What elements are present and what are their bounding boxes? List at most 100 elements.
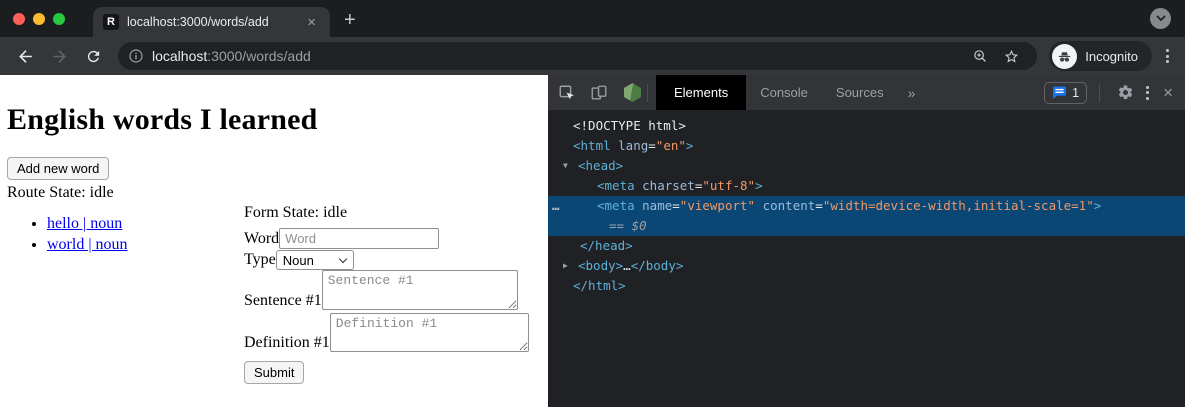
chevron-down-icon — [1156, 15, 1166, 22]
code-token: content — [763, 198, 816, 213]
code-token: </html> — [573, 278, 626, 293]
code-token: <!DOCTYPE html> — [573, 118, 686, 133]
devtools-code-line[interactable]: ▶<body>…</body> — [548, 256, 1185, 276]
code-token: = — [672, 198, 680, 213]
new-tab-button[interactable]: + — [344, 7, 356, 33]
issues-button[interactable]: 1 — [1044, 82, 1087, 104]
code-token: $0 — [632, 218, 647, 233]
tab-search-button[interactable] — [1150, 8, 1171, 29]
code-token: = — [815, 198, 823, 213]
device-toolbar-button[interactable] — [586, 80, 612, 106]
devtools-code-line[interactable]: ▼<head> — [548, 156, 1185, 176]
definition-input[interactable] — [330, 313, 529, 352]
issues-count: 1 — [1072, 86, 1079, 100]
sentence-label: Sentence #1 — [244, 292, 322, 310]
tab-console[interactable]: Console — [746, 75, 822, 110]
disclosure-triangle-icon[interactable]: ▼ — [563, 156, 578, 176]
code-token: = — [648, 138, 656, 153]
code-token: <meta — [597, 198, 642, 213]
device-toolbar-icon — [590, 84, 608, 102]
page-title: English words I learned — [7, 103, 548, 137]
submit-button[interactable]: Submit — [244, 361, 304, 384]
tab-strip: R localhost:3000/words/add × + — [0, 0, 1185, 37]
devtools-code-line[interactable]: == $0 — [548, 216, 1185, 236]
issues-bubble-icon — [1052, 86, 1067, 100]
green-hexagon-extension-icon[interactable] — [624, 83, 641, 102]
devtools-code-line[interactable]: <html lang="en"> — [548, 136, 1185, 156]
sentence-input[interactable] — [322, 270, 518, 310]
code-token: "viewport" — [680, 198, 755, 213]
devtools-code-line[interactable]: <meta charset="utf-8"> — [548, 176, 1185, 196]
chevron-down-icon — [339, 255, 347, 263]
back-arrow-icon — [16, 47, 35, 66]
zoom-magnifier-icon — [972, 48, 989, 65]
code-token — [755, 198, 763, 213]
code-token: <body> — [578, 258, 623, 273]
devtools-code-line[interactable]: <!DOCTYPE html> — [548, 116, 1185, 136]
type-select[interactable]: Noun — [276, 250, 354, 270]
url-text: localhost:3000/words/add — [152, 48, 965, 64]
word-label: Word — [244, 230, 279, 248]
type-select-value: Noun — [283, 253, 314, 268]
code-token: </head> — [580, 238, 633, 253]
devtools-code-line[interactable]: </html> — [548, 276, 1185, 296]
tab-sources[interactable]: Sources — [822, 75, 898, 110]
star-icon — [1003, 48, 1020, 65]
page-info-icon[interactable] — [128, 48, 144, 64]
code-token: "width=device-width,initial-scale=1" — [823, 198, 1094, 213]
incognito-icon — [1052, 44, 1077, 69]
add-new-word-button[interactable]: Add new word — [7, 157, 109, 180]
word-link-world[interactable]: world | noun — [47, 236, 128, 253]
code-token: <meta — [597, 178, 642, 193]
divider — [647, 84, 648, 102]
devtools-panel: Elements Console Sources » 1 × <!DOCTYPE… — [548, 75, 1185, 407]
definition-label: Definition #1 — [244, 334, 330, 352]
inspect-cursor-icon — [558, 84, 576, 102]
minimize-window-button[interactable] — [33, 13, 45, 25]
type-label: Type — [244, 251, 276, 269]
code-token: … — [623, 258, 631, 273]
devtools-toolbar: Elements Console Sources » 1 × — [548, 75, 1185, 110]
devtools-close-button[interactable]: × — [1157, 83, 1185, 103]
word-input[interactable] — [279, 228, 439, 249]
reload-button[interactable] — [81, 44, 105, 68]
devtools-code-line[interactable]: …<meta name="viewport" content="width=de… — [548, 196, 1185, 216]
devtools-settings-button[interactable] — [1112, 80, 1138, 106]
incognito-label: Incognito — [1085, 49, 1138, 64]
incognito-badge: Incognito — [1049, 41, 1152, 71]
code-token: > — [1094, 198, 1102, 213]
back-button[interactable] — [13, 44, 37, 68]
code-token: > — [686, 138, 694, 153]
code-token: == — [609, 218, 632, 233]
word-link-hello[interactable]: hello | noun — [47, 215, 122, 232]
tab-close-icon[interactable]: × — [303, 14, 320, 31]
gear-icon — [1117, 84, 1134, 101]
add-word-form: Form State: idle Word Type Noun Sentence… — [244, 203, 544, 384]
disclosure-triangle-icon[interactable]: ▶ — [563, 256, 578, 276]
browser-window: R localhost:3000/words/add × + localhost… — [0, 0, 1185, 407]
browser-toolbar: localhost:3000/words/add Incognito — [0, 37, 1185, 75]
close-window-button[interactable] — [13, 13, 25, 25]
inspect-element-button[interactable] — [554, 80, 580, 106]
tab-elements[interactable]: Elements — [656, 75, 746, 110]
code-token: "en" — [656, 138, 686, 153]
zoom-level-button[interactable] — [972, 48, 989, 65]
maximize-window-button[interactable] — [53, 13, 65, 25]
forward-button[interactable] — [47, 44, 71, 68]
more-tabs-button[interactable]: » — [898, 85, 926, 101]
code-token: name — [642, 198, 672, 213]
bookmark-button[interactable] — [1003, 48, 1020, 65]
traffic-lights — [13, 13, 65, 25]
element-options-dots-icon[interactable]: … — [552, 196, 561, 216]
divider — [1099, 84, 1100, 102]
tab-title: localhost:3000/words/add — [127, 15, 303, 29]
browser-tab[interactable]: R localhost:3000/words/add × — [93, 7, 330, 37]
devtools-code: <!DOCTYPE html><html lang="en">▼<head><m… — [548, 110, 1185, 407]
browser-menu-button[interactable] — [1158, 49, 1177, 63]
code-token: </body> — [631, 258, 684, 273]
address-bar[interactable]: localhost:3000/words/add — [118, 42, 1037, 70]
devtools-code-line[interactable]: </head> — [548, 236, 1185, 256]
code-token: lang — [618, 138, 648, 153]
code-token: "utf-8" — [702, 178, 755, 193]
devtools-menu-button[interactable] — [1138, 86, 1157, 100]
